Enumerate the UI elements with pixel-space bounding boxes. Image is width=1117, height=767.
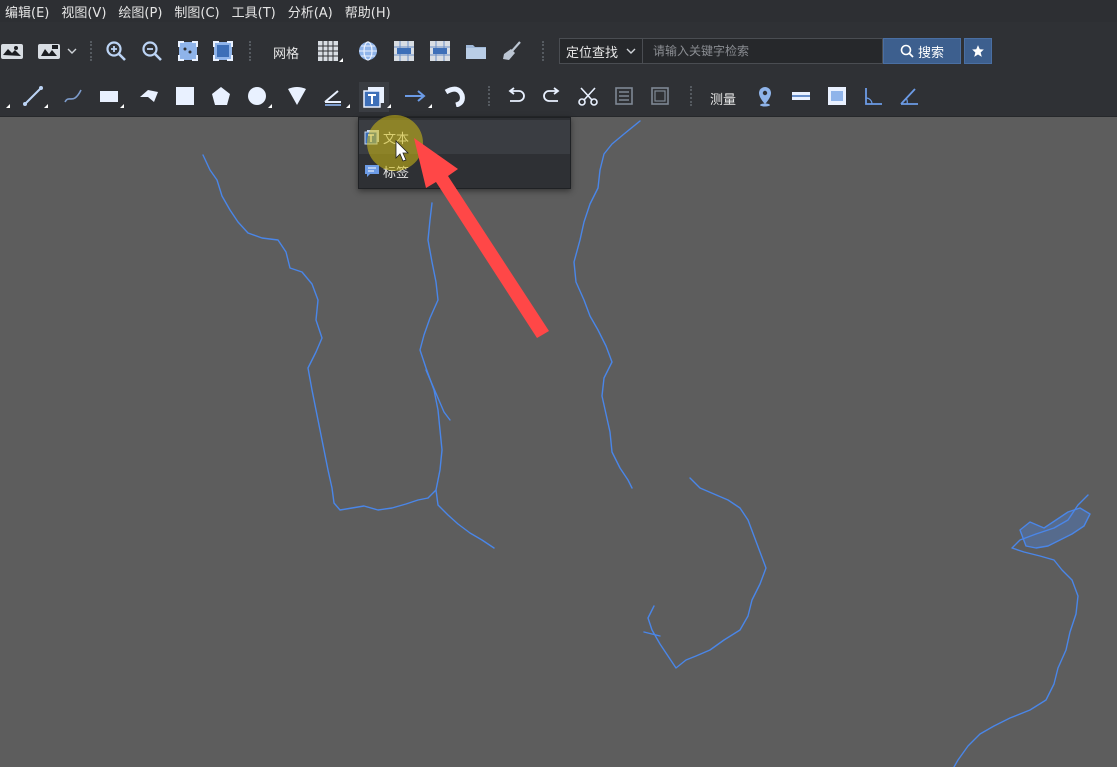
measure-angle-icon[interactable] (860, 83, 886, 109)
search-button-label: 搜索 (917, 45, 944, 61)
search-button[interactable]: 搜索 (883, 38, 961, 64)
undo-icon[interactable] (503, 83, 529, 109)
sector-tool-icon[interactable] (284, 83, 310, 109)
favorite-button[interactable] (964, 38, 992, 64)
arrow-line-caret-icon[interactable] (428, 104, 432, 108)
river-east-lake (1019, 507, 1091, 549)
map-layer-icon[interactable] (0, 38, 24, 64)
pentagon-tool-icon[interactable] (208, 83, 234, 109)
clear-broom-icon[interactable] (499, 38, 525, 64)
circle-caret-icon[interactable] (268, 104, 272, 108)
cursor-highlight (367, 115, 423, 171)
measure-distance-icon[interactable] (788, 83, 814, 109)
search-mode-label: 定位查找 (566, 45, 619, 61)
measure-area-icon[interactable] (824, 83, 850, 109)
menu-cartography[interactable]: 制图(C) (169, 2, 226, 21)
menu-draw[interactable]: 绘图(P) (113, 2, 169, 21)
curve-tool-icon[interactable] (442, 83, 468, 109)
zoom-in-icon[interactable] (103, 38, 129, 64)
rectangle-caret-icon[interactable] (120, 104, 124, 108)
toolbar-separator (90, 41, 92, 61)
menu-bar: 编辑(E) 视图(V) 绘图(P) 制图(C) 工具(T) 分析(A) 帮助(H… (0, 0, 1117, 22)
search-input[interactable] (643, 38, 883, 64)
star-icon (972, 45, 984, 57)
toolbar-separator (249, 41, 251, 61)
folder-icon[interactable] (463, 38, 489, 64)
menu-tools[interactable]: 工具(T) (227, 2, 283, 21)
fit-view-icon[interactable] (210, 38, 236, 64)
tool-caret-icon[interactable] (6, 104, 10, 108)
arrow-shape-tool-icon[interactable] (136, 83, 162, 109)
angle-caret-icon[interactable] (346, 104, 350, 108)
grid-icon[interactable] (315, 38, 341, 64)
river-mid (419, 202, 495, 549)
toolbar-separator (488, 86, 490, 106)
text-tool-caret-icon[interactable] (387, 104, 391, 108)
zoom-out-icon[interactable] (139, 38, 165, 64)
cut-scissors-icon[interactable] (575, 83, 601, 109)
location-pin-icon[interactable] (752, 83, 778, 109)
paste-icon[interactable] (647, 83, 673, 109)
measure-bearing-icon[interactable] (896, 83, 922, 109)
map-canvas[interactable] (0, 117, 1117, 767)
grid-caret-icon[interactable] (339, 58, 343, 62)
lonlat-globe-icon[interactable] (355, 38, 381, 64)
km-grid-icon[interactable] (391, 38, 417, 64)
angle-tool-icon[interactable] (320, 83, 346, 109)
circle-tool-icon[interactable] (244, 83, 270, 109)
toolbar-separator (542, 41, 544, 61)
text-tool-icon (363, 87, 384, 108)
river-left (202, 154, 429, 511)
nm-grid-icon[interactable] (427, 38, 453, 64)
search-icon (900, 44, 914, 58)
redo-icon[interactable] (539, 83, 565, 109)
menu-analysis[interactable]: 分析(A) (283, 2, 340, 21)
text-tool-button[interactable] (359, 82, 389, 112)
menu-edit[interactable]: 编辑(E) (0, 2, 56, 21)
freehand-tool-icon[interactable] (60, 83, 86, 109)
menu-view[interactable]: 视图(V) (56, 2, 113, 21)
rectangle-outline-tool-icon[interactable] (96, 83, 122, 109)
satellite-layer-icon[interactable] (36, 38, 62, 64)
arrow-line-tool-icon[interactable] (402, 83, 428, 109)
layer-chevron-down-icon[interactable] (66, 44, 78, 58)
measure-label: 测量 (710, 93, 737, 108)
square-tool-icon[interactable] (172, 83, 198, 109)
polyline-tool-icon[interactable] (20, 83, 46, 109)
river-right (573, 120, 641, 489)
river-south (643, 477, 767, 669)
polyline-caret-icon[interactable] (44, 104, 48, 108)
search-mode-select[interactable]: 定位查找 (559, 38, 643, 64)
grid-label: 网格 (273, 47, 300, 62)
toolbar-separator (690, 86, 692, 106)
copy-icon[interactable] (611, 83, 637, 109)
search-mode-chevron-icon (626, 48, 636, 54)
full-extent-icon[interactable] (175, 38, 201, 64)
menu-help[interactable]: 帮助(H) (340, 2, 398, 21)
